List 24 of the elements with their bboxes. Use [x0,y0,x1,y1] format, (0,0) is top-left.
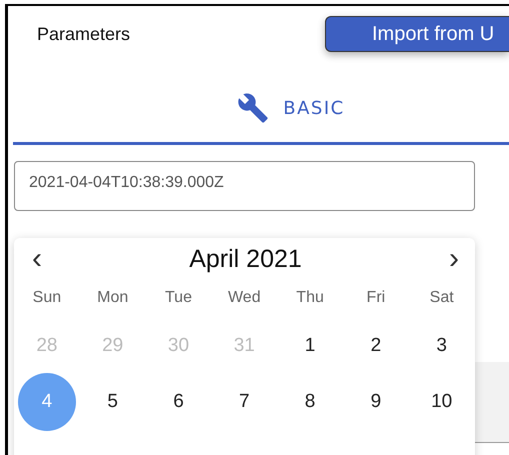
wrench-icon [237,92,270,124]
calendar-day[interactable]: 1 [281,317,340,375]
calendar-day[interactable]: 8 [281,373,340,431]
calendar-day[interactable]: 7 [215,373,274,431]
weekday-label: Sat [428,288,455,308]
weekday-label: Fri [366,288,386,308]
calendar-day[interactable]: 10 [412,373,471,431]
calendar-day[interactable]: 6 [149,373,208,431]
date-field[interactable]: 2021-04-04T10:38:39.000Z [14,161,475,211]
panel-title: Parameters [37,24,130,44]
previous-month-button[interactable]: ‹ [32,244,42,274]
weekday-label: Wed [226,288,262,308]
calendar-day[interactable]: 2 [346,317,405,375]
weekday-label: Thu [295,288,325,308]
import-button[interactable]: Import from U [325,16,509,52]
weekday-label: Tue [164,288,193,308]
calendar-day[interactable]: 9 [346,373,405,431]
weekday-label: Sun [32,288,62,308]
month-title: April 2021 [189,244,302,274]
calendar-day[interactable]: 5 [84,373,142,431]
next-month-button[interactable]: › [448,244,459,274]
calendar-day[interactable]: 3 [412,317,471,375]
weekday-label: Mon [96,288,130,308]
tab[interactable]: BASIC [227,86,355,142]
